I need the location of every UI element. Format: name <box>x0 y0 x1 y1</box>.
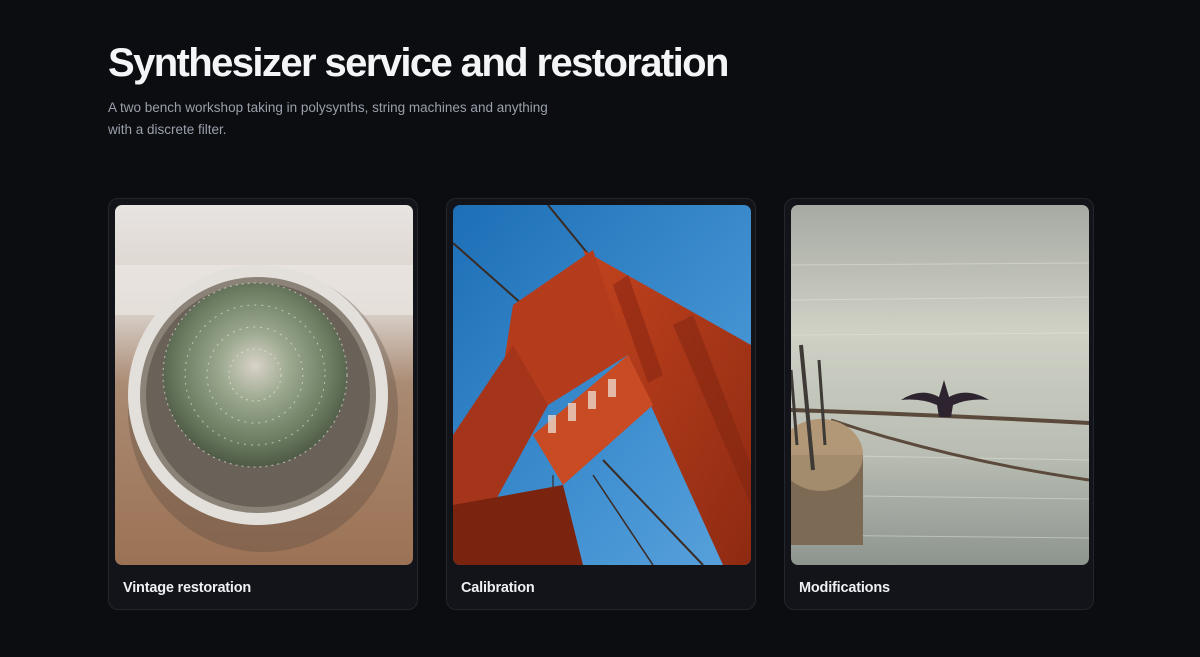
page-title: Synthesizer service and restoration <box>108 41 729 85</box>
service-cards: Vintage restoration Calibration Modifica… <box>108 198 1094 610</box>
cactus-photo <box>115 205 413 565</box>
card-label: Modifications <box>799 580 890 596</box>
bridge-photo <box>453 205 751 565</box>
service-card-calibration[interactable]: Calibration <box>446 198 756 610</box>
service-card-vintage-restoration[interactable]: Vintage restoration <box>108 198 418 610</box>
card-label: Calibration <box>461 580 535 596</box>
page-subtitle: A two bench workshop taking in polysynth… <box>108 100 548 137</box>
service-card-modifications[interactable]: Modifications <box>784 198 1094 610</box>
card-label: Vintage restoration <box>123 580 252 596</box>
page-header: Synthesizer service and restoration A tw… <box>108 40 808 141</box>
bird-pier-photo <box>791 205 1089 565</box>
